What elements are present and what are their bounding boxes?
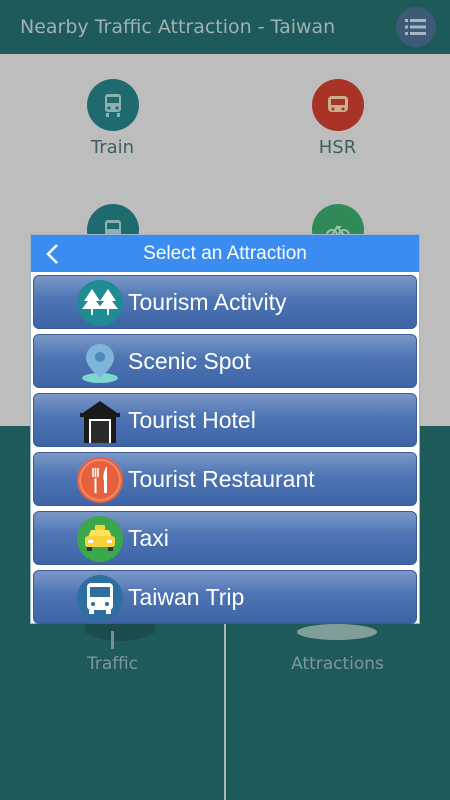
list-item-taxi[interactable]: Taxi (33, 511, 417, 565)
traffic-tab-label[interactable]: Traffic (0, 654, 225, 674)
attractions-icon (297, 624, 377, 640)
list-item-tourist-hotel[interactable]: Tourist Hotel (33, 393, 417, 447)
list-item-label: Taxi (128, 524, 169, 551)
tile-hsr[interactable]: HSR (225, 79, 450, 158)
list-item-taiwan-trip[interactable]: Taiwan Trip (33, 570, 417, 624)
list-item-label: Scenic Spot (128, 347, 251, 374)
attraction-dialog: Select an Attraction Tourism Activity Sc… (30, 234, 420, 624)
fork-knife-icon (77, 457, 123, 503)
taxi-icon (77, 516, 123, 562)
dialog-title: Select an Attraction (143, 242, 307, 264)
list-item-label: Tourist Hotel (128, 406, 256, 433)
tile-train[interactable]: Train (0, 79, 225, 158)
list-item-scenic-spot[interactable]: Scenic Spot (33, 334, 417, 388)
back-button[interactable] (39, 240, 67, 268)
list-item-label: Taiwan Trip (128, 583, 245, 610)
menu-button[interactable] (396, 7, 436, 47)
hsr-icon (311, 79, 364, 131)
tree-icon (77, 280, 123, 326)
app-title: Nearby Traffic Attraction - Taiwan (20, 16, 336, 38)
app-bar: Nearby Traffic Attraction - Taiwan (0, 0, 450, 54)
chevron-left-icon (46, 244, 58, 264)
list-item-label: Tourist Restaurant (128, 465, 315, 492)
tile-label: HSR (318, 137, 357, 158)
list-item-tourist-restaurant[interactable]: Tourist Restaurant (33, 452, 417, 506)
location-pin-icon (82, 344, 118, 383)
tile-label: Train (90, 137, 135, 158)
bus-icon (77, 575, 123, 621)
train-icon (86, 79, 139, 131)
hotel-icon (80, 401, 120, 443)
dialog-header: Select an Attraction (31, 235, 419, 272)
list-icon (405, 19, 426, 35)
list-item-tourism-activity[interactable]: Tourism Activity (33, 275, 417, 329)
list-item-label: Tourism Activity (128, 288, 287, 315)
attractions-tab-label[interactable]: Attractions (225, 654, 450, 674)
